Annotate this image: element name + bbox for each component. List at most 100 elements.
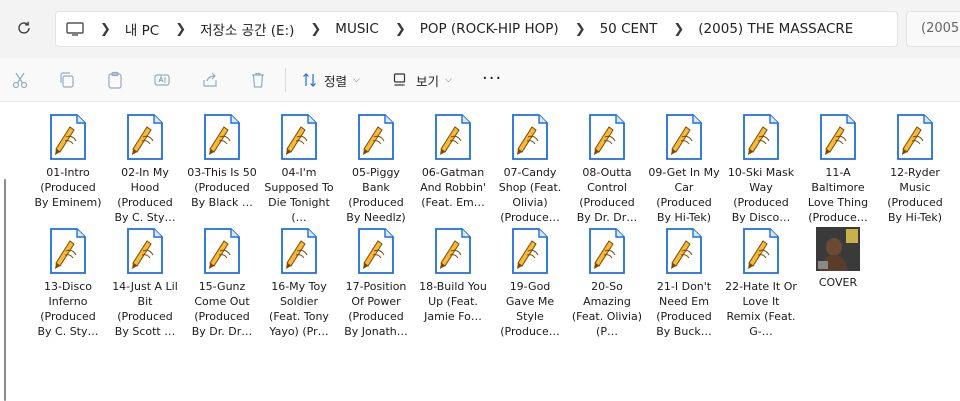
file-icon [279,113,319,161]
scrollbar[interactable] [4,179,6,401]
file-icon [356,113,396,161]
file-item[interactable]: 09-Get In My Car (Produced By Hi-Tek) [648,113,720,225]
file-item[interactable]: 05-Piggy Bank (Produced By Needlz) [340,113,412,225]
breadcrumb-item-genre[interactable]: POP (ROCK-HIP HOP) [420,21,559,37]
file-item[interactable]: 13-Disco Inferno (Produced By C. Sty… [32,227,104,339]
file-icon [433,113,473,161]
file-item[interactable]: 14-Just A Lil Bit (Produced By Scott … [109,227,181,339]
media-file-icon [589,114,625,160]
file-item[interactable]: 07-Candy Shop (Feat. Olivia) (Produce… [494,113,566,225]
media-file-icon [50,114,86,160]
file-item[interactable]: 12-Ryder Music (Produced By Hi-Tek) [879,113,951,225]
address-bar-row: ❯ 내 PC ❯ 저장소 공간 (E:) ❯ MUSIC ❯ POP (ROCK… [0,0,960,58]
file-item[interactable]: 21-I Don't Need Em (Produced By Buck… [648,227,720,339]
computer-icon [66,22,84,36]
file-item[interactable]: 16-My Toy Soldier (Feat. Tony Yayo) (Pr… [263,227,335,339]
media-file-icon [666,114,702,160]
copy-icon [60,72,74,88]
chevron-down-icon: ⌵ [353,75,360,85]
file-name: 21-I Don't Need Em (Produced By Buck… [656,280,712,338]
file-name: 02-In My Hood (Produced By C. Sty… [114,166,176,224]
file-icon [48,227,88,275]
breadcrumb: ❯ 내 PC ❯ 저장소 공간 (E:) ❯ MUSIC ❯ POP (ROCK… [66,12,869,46]
file-item[interactable]: 20-So Amazing (Feat. Olivia) (P… [571,227,643,339]
file-icon [510,227,550,275]
copy-button[interactable] [57,70,77,90]
file-item[interactable]: 01-Intro (Produced By Eminem) [32,113,104,210]
file-icon [202,227,242,275]
chevron-right-icon: ❯ [310,21,322,37]
file-name: 07-Candy Shop (Feat. Olivia) (Produce… [498,166,562,224]
file-name: 01-Intro (Produced By Eminem) [34,166,102,209]
file-name: 10-Ski Mask Way (Produced By Disco… [727,166,795,224]
toolbar-divider [285,68,286,92]
cut-button[interactable] [10,70,30,90]
file-icon [818,113,858,161]
media-file-icon [512,228,548,274]
file-name: 12-Ryder Music (Produced By Hi-Tek) [887,166,943,224]
share-button[interactable] [200,70,220,90]
file-name: 16-My Toy Soldier (Feat. Tony Yayo) (Pr… [269,280,329,338]
file-item[interactable]: 17-Position Of Power (Produced By Jonath… [340,227,412,339]
file-icon [587,113,627,161]
file-name: 17-Position Of Power (Produced By Jonath… [344,280,408,338]
file-item[interactable]: 15-Gunz Come Out (Produced By Dr. Dr… [186,227,258,339]
sort-icon [303,73,316,87]
view-label: 보기 [416,73,440,89]
file-item[interactable]: 02-In My Hood (Produced By C. Sty… [109,113,181,225]
delete-button[interactable] [248,70,268,90]
rename-button[interactable] [152,70,172,90]
file-item[interactable]: 19-God Gave Me Style (Produce… [494,227,566,339]
scissors-icon [12,72,28,89]
file-name: 04-I'm Supposed To Die Tonight (… [264,166,334,224]
file-icon [433,227,473,275]
media-file-icon [589,228,625,274]
file-name: 03-This Is 50 (Produced By Black … [187,166,257,209]
view-button[interactable]: 보기 ⌵ [392,68,452,92]
media-file-icon [512,114,548,160]
media-file-icon [50,228,86,274]
refresh-button[interactable] [10,14,38,42]
file-name: 09-Get In My Car (Produced By Hi-Tek) [648,166,720,224]
breadcrumb-item-pc[interactable]: 내 PC [125,19,159,39]
search-input[interactable]: (2005) [906,11,960,47]
file-icon [202,113,242,161]
file-name: 06-Gatman And Robbin' (Feat. Em… [420,166,486,209]
file-name: 08-Outta Control (Produced By Dr. Dr… [576,166,638,224]
media-file-icon [281,228,317,274]
chevron-right-icon: ❯ [100,21,111,37]
breadcrumb-item-album[interactable]: (2005) THE MASSACRE [698,21,853,37]
file-item[interactable]: 08-Outta Control (Produced By Dr. Dr… [571,113,643,225]
file-item[interactable]: 22-Hate It Or Love It Remix (Feat. G-… [725,227,797,339]
paste-button[interactable] [105,70,125,90]
cover-thumbnail [816,227,860,271]
media-file-icon [743,228,779,274]
file-item[interactable]: 11-A Baltimore Love Thing (Produce… [802,113,874,225]
more-options-button[interactable]: ··· [482,68,502,89]
file-icon [48,113,88,161]
media-file-icon [127,114,163,160]
sort-label: 정렬 [324,73,348,89]
file-item-cover[interactable]: COVER [802,227,874,290]
file-name: COVER [818,276,858,289]
chevron-right-icon: ❯ [175,21,187,37]
sort-button[interactable]: 정렬 ⌵ [302,68,360,92]
file-item[interactable]: 10-Ski Mask Way (Produced By Disco… [725,113,797,225]
file-item[interactable]: 04-I'm Supposed To Die Tonight (… [263,113,335,225]
file-item[interactable]: 03-This Is 50 (Produced By Black … [186,113,258,210]
breadcrumb-item-drive[interactable]: 저장소 공간 (E:) [200,19,294,39]
breadcrumb-item-artist[interactable]: 50 CENT [600,21,658,37]
media-file-icon [358,228,394,274]
album-cover-image [816,227,860,271]
file-icon [664,227,704,275]
breadcrumb-item-music[interactable]: MUSIC [335,21,379,37]
file-item[interactable]: 06-Gatman And Robbin' (Feat. Em… [417,113,489,210]
file-name: 18-Build You Up (Feat. Jamie Fo… [419,280,487,323]
media-file-icon [666,228,702,274]
file-icon [895,113,935,161]
file-name: 13-Disco Inferno (Produced By C. Sty… [37,280,99,338]
file-item[interactable]: 18-Build You Up (Feat. Jamie Fo… [417,227,489,324]
address-box[interactable]: ❯ 내 PC ❯ 저장소 공간 (E:) ❯ MUSIC ❯ POP (ROCK… [55,11,898,47]
search-placeholder: (2005) [921,21,960,36]
file-name: 15-Gunz Come Out (Produced By Dr. Dr… [191,280,253,338]
